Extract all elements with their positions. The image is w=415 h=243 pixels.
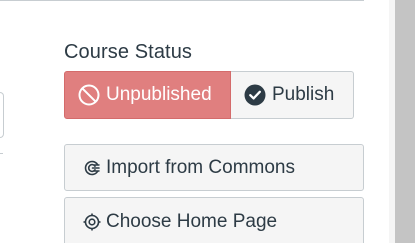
choose-home-page-button[interactable]: Choose Home Page bbox=[64, 197, 364, 243]
publish-label: Publish bbox=[272, 84, 335, 105]
unpublished-label: Unpublished bbox=[106, 84, 212, 105]
prohibited-icon bbox=[77, 83, 101, 107]
unpublished-button[interactable]: Unpublished bbox=[64, 71, 231, 119]
partial-input-field[interactable] bbox=[0, 92, 4, 138]
left-divider bbox=[0, 153, 3, 154]
import-from-commons-label: Import from Commons bbox=[106, 156, 295, 178]
choose-home-page-label: Choose Home Page bbox=[106, 211, 278, 232]
scrollbar[interactable] bbox=[395, 0, 415, 243]
course-sidebar: Course Status Unpublished Publish Import… bbox=[0, 0, 415, 243]
check-circle-icon bbox=[243, 83, 267, 107]
import-from-commons-button[interactable]: Import from Commons bbox=[64, 144, 364, 191]
course-status-toggle: Unpublished Publish bbox=[64, 71, 354, 119]
top-divider bbox=[0, 0, 364, 1]
course-status-heading: Course Status bbox=[64, 41, 193, 63]
target-icon bbox=[82, 212, 102, 232]
publish-button[interactable]: Publish bbox=[231, 71, 354, 119]
commons-icon bbox=[82, 158, 102, 178]
